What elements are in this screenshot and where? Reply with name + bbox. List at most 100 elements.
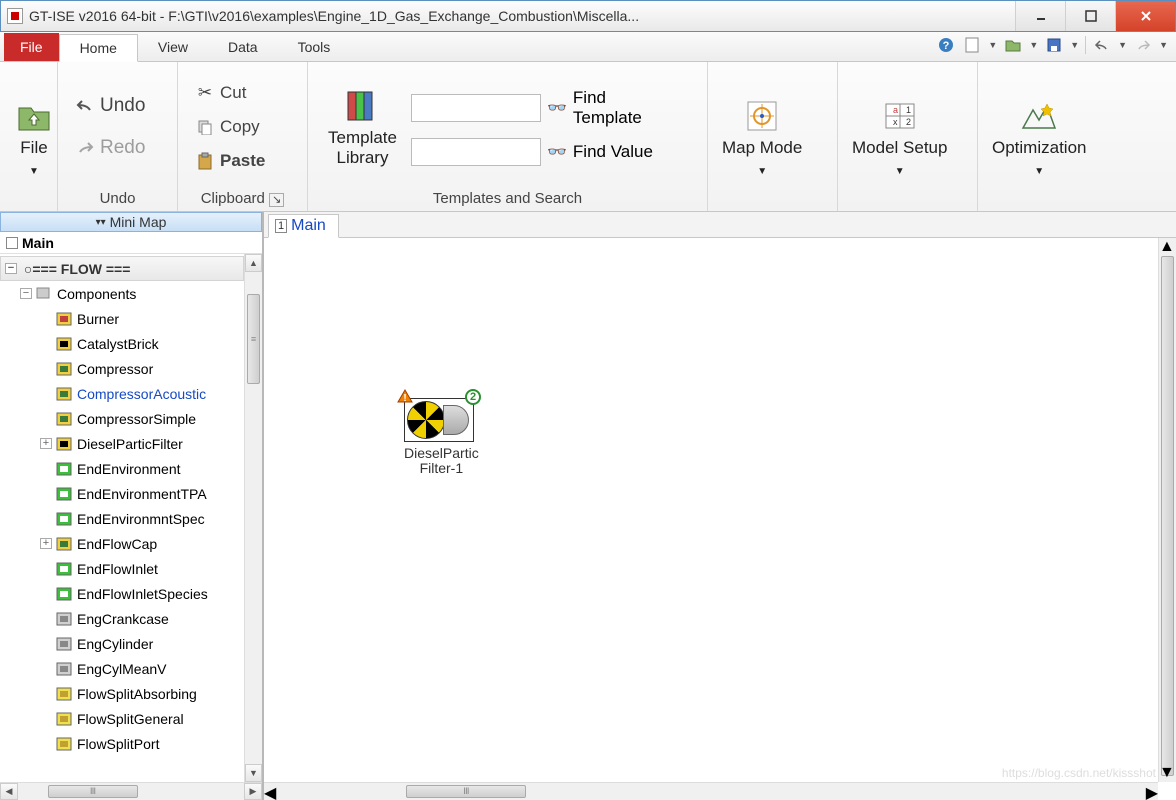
- tree-item-engcrankcase[interactable]: EngCrankcase: [0, 606, 244, 631]
- tree-group-flow[interactable]: − ○ === FLOW ===: [0, 256, 244, 281]
- redo-icon[interactable]: [1133, 35, 1153, 55]
- component-icon: [55, 736, 73, 752]
- tree-item-endflowinletspecies[interactable]: EndFlowInletSpecies: [0, 581, 244, 606]
- scroll-left-icon[interactable]: ◀: [264, 783, 276, 800]
- undo-icon[interactable]: [1092, 35, 1112, 55]
- find-template-label[interactable]: FindTemplate: [573, 88, 642, 128]
- scroll-up-icon[interactable]: ▲: [245, 254, 262, 272]
- scroll-left-icon[interactable]: ◀: [0, 783, 18, 800]
- component-icon: [55, 611, 73, 627]
- component-icon: [55, 711, 73, 727]
- tree-item-engcylinder[interactable]: EngCylinder: [0, 631, 244, 656]
- dropdown-icon[interactable]: ▼: [1118, 40, 1127, 50]
- file-button[interactable]: File▼: [8, 92, 60, 183]
- tab-main[interactable]: 1 Main: [268, 214, 339, 238]
- file-button-label: File: [20, 138, 47, 157]
- svg-text:x: x: [893, 117, 898, 127]
- scroll-down-icon[interactable]: ▼: [245, 764, 262, 782]
- model-canvas[interactable]: ! 2 DieselParticFilter-1 ▲ ▼ ◀ Ⅲ ▶ https…: [264, 238, 1176, 800]
- template-library-button[interactable]: TemplateLibrary: [322, 82, 403, 173]
- copy-label: Copy: [220, 117, 260, 137]
- titlebar: GT-ISE v2016 64-bit - F:\GTI\v2016\examp…: [0, 0, 1176, 32]
- tree-item-flowsplitgeneral[interactable]: FlowSplitGeneral: [0, 706, 244, 731]
- component-icon: [55, 661, 73, 677]
- tree-item-endenvironmenttpa[interactable]: EndEnvironmentTPA: [0, 481, 244, 506]
- tree-header[interactable]: Main: [0, 232, 262, 254]
- port-count-badge: 2: [465, 389, 481, 405]
- map-mode-button[interactable]: Map Mode▼: [716, 92, 808, 183]
- window-buttons: [1015, 1, 1175, 31]
- find-template-input[interactable]: [411, 94, 541, 122]
- maximize-button[interactable]: [1065, 1, 1115, 31]
- optimization-button[interactable]: Optimization▼: [986, 92, 1092, 183]
- file-tab[interactable]: File: [4, 33, 59, 61]
- canvas-node-dieselparticfilter[interactable]: ! 2 DieselParticFilter-1: [404, 398, 479, 477]
- tree-item-endflowcap[interactable]: +EndFlowCap: [0, 531, 244, 556]
- tree-item-flowsplitabsorbing[interactable]: FlowSplitAbsorbing: [0, 681, 244, 706]
- scroll-up-icon[interactable]: ▲: [1159, 238, 1176, 256]
- svg-text:2: 2: [906, 117, 911, 127]
- dropdown-icon[interactable]: ▼: [1029, 40, 1038, 50]
- scissors-icon: ✂: [196, 84, 214, 102]
- close-button[interactable]: [1115, 1, 1175, 31]
- window-title: GT-ISE v2016 64-bit - F:\GTI\v2016\examp…: [29, 8, 1015, 24]
- paste-button[interactable]: Paste: [190, 148, 271, 174]
- find-value-input[interactable]: [411, 138, 541, 166]
- component-icon: [55, 386, 73, 402]
- dropdown-icon[interactable]: ▼: [988, 40, 997, 50]
- model-setup-label: Model Setup: [852, 138, 947, 157]
- sidebar-hscrollbar[interactable]: ◀ Ⅲ ▶: [0, 782, 262, 800]
- tree-item-catalystbrick[interactable]: CatalystBrick: [0, 331, 244, 356]
- svg-text:!: !: [403, 393, 406, 403]
- tree-item-endenvironment[interactable]: EndEnvironment: [0, 456, 244, 481]
- new-icon[interactable]: [962, 35, 982, 55]
- scroll-right-icon[interactable]: ▶: [1146, 783, 1158, 800]
- scroll-right-icon[interactable]: ▶: [244, 783, 262, 800]
- dropdown-icon[interactable]: ▼: [1070, 40, 1079, 50]
- canvas-hscrollbar[interactable]: ◀ Ⅲ ▶: [264, 782, 1158, 800]
- minimize-button[interactable]: [1015, 1, 1065, 31]
- scroll-thumb[interactable]: Ⅲ: [48, 785, 138, 798]
- undo-label: Undo: [100, 95, 145, 117]
- tree-item-burner[interactable]: Burner: [0, 306, 244, 331]
- sidebar-vscrollbar[interactable]: ▲ ≡ ▼: [244, 254, 262, 782]
- component-icon: [55, 311, 73, 327]
- templates-group-label: Templates and Search: [316, 188, 699, 209]
- tree-item-endflowinlet[interactable]: EndFlowInlet: [0, 556, 244, 581]
- tree-item-compressor[interactable]: Compressor: [0, 356, 244, 381]
- component-icon: [55, 461, 73, 477]
- minimap-header[interactable]: ▾▾Mini Map: [0, 212, 262, 232]
- tree-item-engcylmeanv[interactable]: EngCylMeanV: [0, 656, 244, 681]
- save-icon[interactable]: [1044, 35, 1064, 55]
- paste-label: Paste: [220, 151, 265, 171]
- scroll-thumb[interactable]: [1161, 256, 1174, 776]
- scroll-thumb[interactable]: Ⅲ: [406, 785, 526, 798]
- tab-home[interactable]: Home: [59, 34, 138, 62]
- find-value-label[interactable]: Find Value: [573, 142, 653, 162]
- redo-button[interactable]: Redo: [70, 134, 151, 162]
- separator: [1085, 36, 1086, 54]
- svg-text:1: 1: [906, 105, 911, 115]
- undo-button[interactable]: Undo: [70, 92, 151, 120]
- tree-item-compressorsimple[interactable]: CompressorSimple: [0, 406, 244, 431]
- tab-tools[interactable]: Tools: [278, 33, 351, 61]
- tree-item-dieselparticfilter[interactable]: +DieselParticFilter: [0, 431, 244, 456]
- svg-text:?: ?: [943, 40, 950, 52]
- component-icon: [55, 486, 73, 502]
- scroll-down-icon[interactable]: ▼: [1159, 764, 1176, 782]
- scroll-thumb[interactable]: ≡: [247, 294, 260, 384]
- open-icon[interactable]: [1003, 35, 1023, 55]
- component-icon: [55, 686, 73, 702]
- tree-item-compressoracoustic[interactable]: CompressorAcoustic: [0, 381, 244, 406]
- copy-button[interactable]: Copy: [190, 114, 266, 140]
- help-icon[interactable]: ?: [936, 35, 956, 55]
- dropdown-icon[interactable]: ▼: [1159, 40, 1168, 50]
- tree-group-components[interactable]: −Components: [0, 281, 244, 306]
- tree-item-endenvironmntspec[interactable]: EndEnvironmntSpec: [0, 506, 244, 531]
- tab-data[interactable]: Data: [208, 33, 278, 61]
- canvas-vscrollbar[interactable]: ▲ ▼: [1158, 238, 1176, 782]
- cut-button[interactable]: ✂Cut: [190, 80, 252, 106]
- tree-item-flowsplitport[interactable]: FlowSplitPort: [0, 731, 244, 756]
- tab-view[interactable]: View: [138, 33, 208, 61]
- model-setup-button[interactable]: a1x2 Model Setup▼: [846, 92, 953, 183]
